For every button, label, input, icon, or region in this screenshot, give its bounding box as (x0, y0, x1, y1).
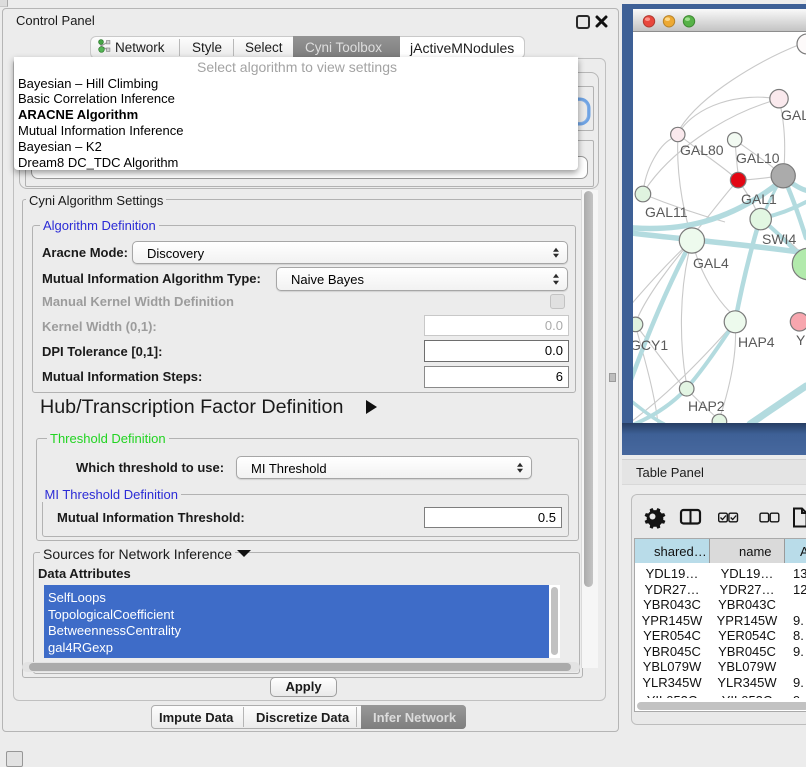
svg-text:SWI4: SWI4 (762, 231, 796, 247)
svg-text:HAP4: HAP4 (738, 334, 775, 350)
svg-text:GAL1: GAL1 (741, 191, 777, 207)
svg-text:GAL11: GAL11 (645, 204, 688, 220)
svg-text:GCY1: GCY1 (633, 337, 668, 353)
svg-text:HAP2: HAP2 (688, 398, 725, 414)
svg-text:Y: Y (796, 332, 806, 348)
svg-text:GAL10: GAL10 (736, 150, 780, 166)
svg-text:GAL4: GAL4 (693, 255, 729, 271)
svg-text:GAL: GAL (781, 107, 806, 123)
svg-text:GAL80: GAL80 (680, 142, 724, 158)
